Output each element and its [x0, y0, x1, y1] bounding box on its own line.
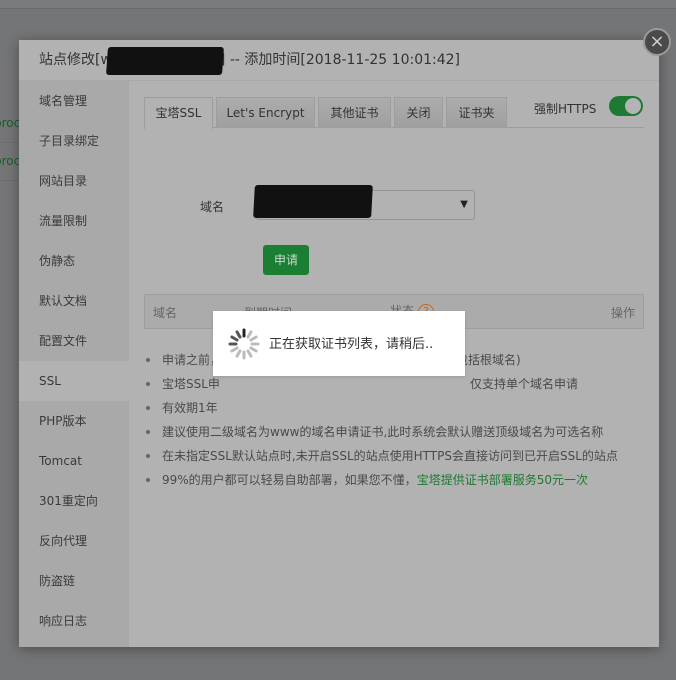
- sidebar-item-hotlink-protection[interactable]: 防盗链: [19, 561, 129, 601]
- loading-message: 正在获取证书列表，请稍后..: [269, 337, 434, 352]
- column-header-domain: 域名: [153, 306, 178, 320]
- modal-title-suffix: ] -- 添加时间[2018-11-25 10:01:42]: [219, 52, 460, 68]
- sidebar-item-default-document[interactable]: 默认文档: [19, 281, 129, 321]
- tip-item: 在未指定SSL默认站点时,未开启SSL的站点使用HTTPS会直接访问到已开启SS…: [144, 444, 644, 468]
- spinner-spoke: [249, 346, 258, 353]
- domain-label: 域名: [200, 200, 225, 214]
- sidebar-item-301-redirect[interactable]: 301重定向: [19, 481, 129, 521]
- tip-item: 99%的用户都可以轻易自助部署，如果您不懂，宝塔提供证书部署服务50元一次: [144, 468, 644, 492]
- close-icon[interactable]: ×: [643, 28, 671, 56]
- sidebar-item-rewrite[interactable]: 伪静态: [19, 241, 129, 281]
- sidebar-item-site-directory[interactable]: 网站目录: [19, 161, 129, 201]
- modal-title-prefix: 站点修改[w: [39, 52, 112, 68]
- tip-item: 有效期1年: [144, 396, 644, 420]
- modal-title: 站点修改[w ] -- 添加时间[2018-11-25 10:01:42]: [19, 40, 659, 81]
- force-https-label: 强制HTTPS: [534, 102, 597, 116]
- apply-button[interactable]: 申请: [263, 245, 309, 275]
- spinner-spoke: [230, 335, 239, 342]
- tip-item: 建议使用二级域名为www的域名申请证书,此时系统会默认赠送顶级域名为可选名称: [144, 420, 644, 444]
- column-header-actions: 操作: [610, 306, 635, 320]
- background-header: [0, 0, 676, 9]
- spinner-spoke: [235, 349, 242, 358]
- deployment-service-link[interactable]: 宝塔提供证书部署服务50元一次: [417, 473, 588, 487]
- tab-close[interactable]: 关闭: [394, 97, 443, 128]
- sidebar-item-traffic-limit[interactable]: 流量限制: [19, 201, 129, 241]
- tab-certificate-folder[interactable]: 证书夹: [446, 97, 507, 128]
- toggle-knob: [625, 98, 641, 114]
- spinner-spoke: [246, 349, 253, 358]
- sidebar-item-ssl[interactable]: SSL: [19, 361, 129, 401]
- spinner-spoke: [230, 346, 239, 353]
- sidebar-item-reverse-proxy[interactable]: 反向代理: [19, 521, 129, 561]
- sidebar-item-subdirectory-binding[interactable]: 子目录绑定: [19, 121, 129, 161]
- loading-spinner-icon: [228, 328, 260, 360]
- spinner-spoke: [235, 330, 242, 339]
- sidebar-item-config-file[interactable]: 配置文件: [19, 321, 129, 361]
- loading-toast: 正在获取证书列表，请稍后..: [213, 311, 465, 376]
- sidebar-item-response-log[interactable]: 响应日志: [19, 601, 129, 641]
- force-https-toggle[interactable]: [609, 96, 643, 116]
- tab-other-certificate[interactable]: 其他证书: [318, 97, 391, 128]
- spinner-spoke: [246, 330, 253, 339]
- dropdown-arrow-icon: ▼: [460, 199, 468, 210]
- sidebar-item-tomcat[interactable]: Tomcat: [19, 441, 129, 481]
- sidebar-item-php-version[interactable]: PHP版本: [19, 401, 129, 441]
- sidebar: 域名管理 子目录绑定 网站目录 流量限制 伪静态 默认文档 配置文件 SSL P…: [19, 81, 129, 647]
- tab-lets-encrypt[interactable]: Let's Encrypt: [216, 97, 315, 128]
- redaction-mark: [106, 47, 224, 75]
- spinner-spoke: [249, 335, 258, 342]
- redaction-mark: [253, 185, 373, 218]
- sidebar-item-domain-management[interactable]: 域名管理: [19, 81, 129, 121]
- tab-baota-ssl[interactable]: 宝塔SSL: [144, 97, 213, 129]
